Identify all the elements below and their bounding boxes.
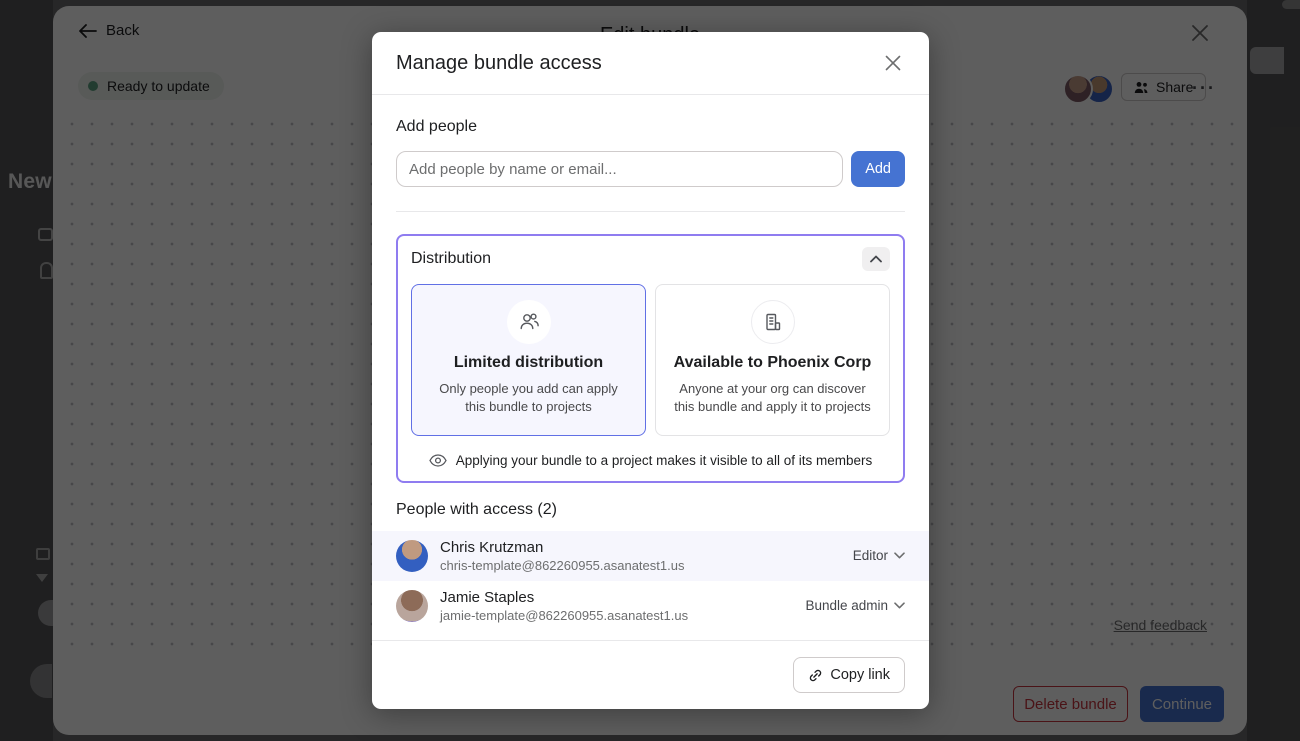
- chevron-down-icon: [894, 602, 905, 609]
- role-dropdown[interactable]: Editor: [853, 548, 905, 563]
- role-label: Editor: [853, 548, 888, 563]
- role-dropdown[interactable]: Bundle admin: [805, 598, 905, 613]
- add-people-section: Add people Add: [396, 118, 905, 187]
- distribution-heading: Distribution: [411, 250, 491, 268]
- add-button[interactable]: Add: [851, 151, 905, 187]
- building-icon: [751, 300, 795, 344]
- screen: New Back Edit bundle Ready to update: [0, 0, 1300, 741]
- person-row[interactable]: Chris Krutzman chris-template@862260955.…: [372, 531, 929, 581]
- link-icon: [808, 668, 823, 683]
- chevron-up-icon: [870, 255, 882, 263]
- visibility-note-text: Applying your bundle to a project makes …: [456, 453, 872, 468]
- avatar: [396, 590, 428, 622]
- copy-link-button[interactable]: Copy link: [793, 657, 905, 693]
- option-title: Available to Phoenix Corp: [668, 354, 877, 372]
- role-label: Bundle admin: [805, 598, 888, 613]
- manage-bundle-access-dialog: Manage bundle access Add people Add Dist…: [372, 32, 929, 709]
- distribution-section: Distribution Limited distribution Only p…: [396, 234, 905, 483]
- section-divider: [396, 211, 905, 212]
- option-description: Only people you add can apply this bundl…: [424, 380, 633, 417]
- collapse-section-button[interactable]: [862, 247, 890, 271]
- org-distribution-option[interactable]: Available to Phoenix Corp Anyone at your…: [655, 284, 890, 436]
- person-email: chris-template@862260955.asanatest1.us: [440, 558, 841, 573]
- people-with-access-heading: People with access (2): [396, 501, 905, 519]
- people-icon: [507, 300, 551, 344]
- person-name: Jamie Staples: [440, 589, 793, 606]
- avatar: [396, 540, 428, 572]
- dialog-footer: Copy link: [372, 640, 929, 709]
- dialog-header: Manage bundle access: [372, 32, 929, 95]
- add-people-input[interactable]: [396, 151, 843, 187]
- person-name: Chris Krutzman: [440, 539, 841, 556]
- person-email: jamie-template@862260955.asanatest1.us: [440, 608, 793, 623]
- option-title: Limited distribution: [424, 354, 633, 372]
- close-icon[interactable]: [879, 49, 907, 77]
- dialog-title: Manage bundle access: [396, 52, 602, 75]
- add-people-heading: Add people: [396, 118, 905, 136]
- chevron-down-icon: [894, 552, 905, 559]
- limited-distribution-option[interactable]: Limited distribution Only people you add…: [411, 284, 646, 436]
- people-with-access-section: People with access (2) Chris Krutzman ch…: [396, 501, 905, 631]
- person-row[interactable]: Jamie Staples jamie-template@862260955.a…: [372, 581, 929, 631]
- copy-link-label: Copy link: [830, 667, 890, 683]
- eye-icon: [429, 454, 447, 467]
- dialog-body: Add people Add Distribution: [372, 95, 929, 640]
- option-description: Anyone at your org can discover this bun…: [668, 380, 877, 417]
- visibility-note: Applying your bundle to a project makes …: [411, 453, 890, 468]
